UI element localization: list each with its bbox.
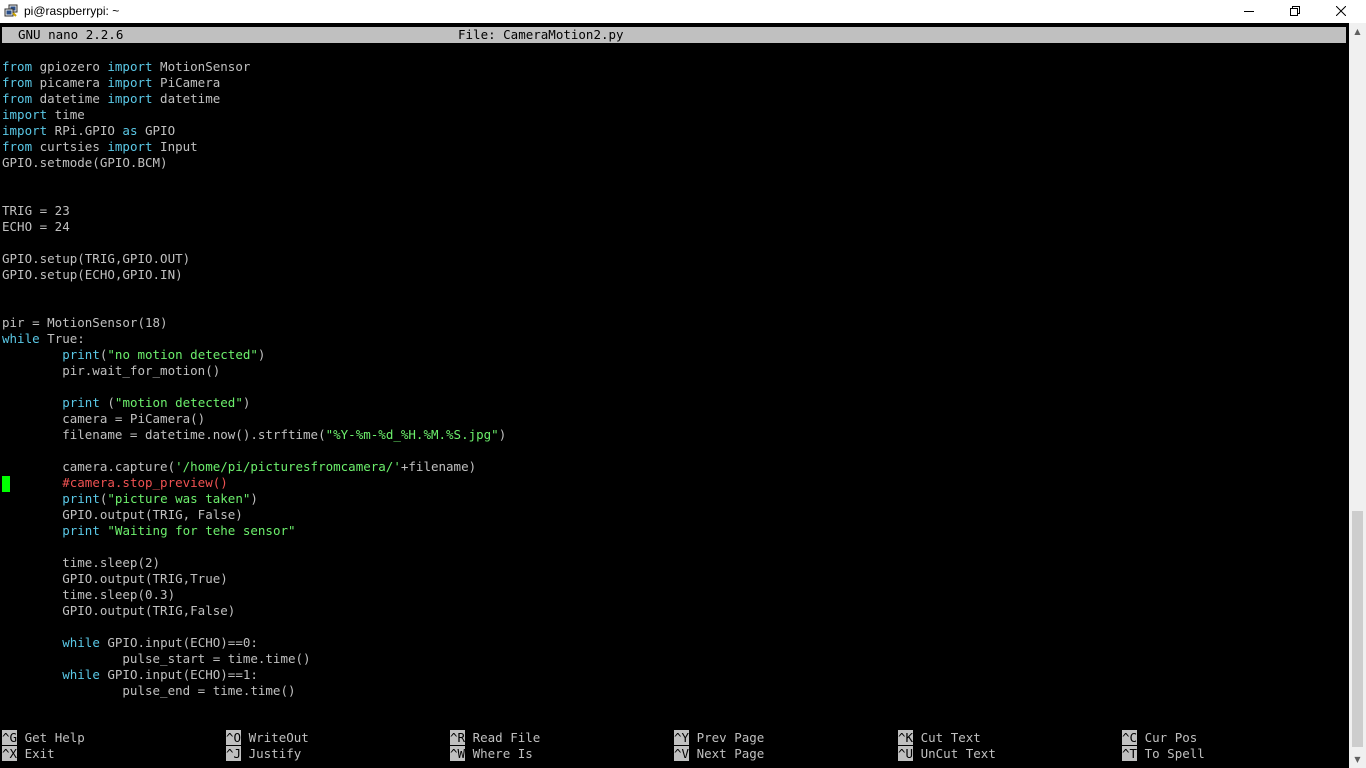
maximize-button[interactable] xyxy=(1272,0,1318,23)
shortcut-item: ^V Next Page xyxy=(674,746,764,762)
window-titlebar: pi@raspberrypi: ~ xyxy=(0,0,1366,23)
code-line: import time xyxy=(2,107,85,122)
shortcut-label: Get Help xyxy=(17,730,85,745)
shortcut-key: ^W xyxy=(450,746,466,761)
code-line: #camera.stop_preview() xyxy=(62,475,228,490)
shortcut-item: ^W Where Is xyxy=(450,746,533,762)
shortcut-label: UnCut Text xyxy=(913,746,996,761)
code-line: print ("motion detected") xyxy=(62,395,251,410)
shortcut-item: ^K Cut Text xyxy=(898,730,981,746)
shortcut-item: ^R Read File xyxy=(450,730,540,746)
close-icon xyxy=(1335,5,1347,19)
restore-icon xyxy=(1290,5,1300,19)
code-line: ECHO = 24 xyxy=(2,219,70,234)
code-line: pir.wait_for_motion() xyxy=(2,363,221,378)
vertical-scrollbar[interactable]: ▲ ▼ xyxy=(1349,23,1366,768)
code-line: from picamera import PiCamera xyxy=(2,75,221,90)
nano-version: GNU nano 2.2.6 xyxy=(18,27,124,42)
shortcut-item: ^O WriteOut xyxy=(226,730,309,746)
code-line: TRIG = 23 xyxy=(2,203,70,218)
shortcut-label: Exit xyxy=(17,746,55,761)
shortcut-label: To Spell xyxy=(1137,746,1205,761)
shortcut-key: ^Y xyxy=(674,730,690,745)
code-line: from curtsies import Input xyxy=(2,139,198,154)
shortcut-item: ^U UnCut Text xyxy=(898,746,996,762)
shortcut-label: Read File xyxy=(465,730,541,745)
shortcut-item: ^X Exit xyxy=(2,746,55,762)
code-line: while GPIO.input(ECHO)==1: xyxy=(62,667,258,682)
code-line: camera.capture('/home/pi/picturesfromcam… xyxy=(2,459,477,474)
shortcut-key: ^G xyxy=(2,730,18,745)
shortcut-label: WriteOut xyxy=(241,730,309,745)
code-line: while True: xyxy=(2,331,85,346)
shortcut-label: Cur Pos xyxy=(1137,730,1198,745)
code-line: while GPIO.input(ECHO)==0: xyxy=(62,635,258,650)
code-line: pir = MotionSensor(18) xyxy=(2,315,168,330)
minimize-button[interactable] xyxy=(1226,0,1272,23)
scroll-down-icon[interactable]: ▼ xyxy=(1349,751,1366,768)
code-line: time.sleep(0.3) xyxy=(2,587,176,602)
code-line: print "Waiting for tehe sensor" xyxy=(62,523,296,538)
code-line: pulse_start = time.time() xyxy=(2,651,311,666)
code-line: GPIO.output(TRIG, False) xyxy=(2,507,243,522)
code-line: GPIO.setup(TRIG,GPIO.OUT) xyxy=(2,251,191,266)
minimize-icon xyxy=(1244,5,1254,19)
shortcut-item: ^Y Prev Page xyxy=(674,730,764,746)
code-editor[interactable]: from gpiozero import MotionSensor from p… xyxy=(2,59,506,699)
shortcut-item: ^G Get Help xyxy=(2,730,85,746)
shortcut-label: Prev Page xyxy=(689,730,765,745)
code-line: GPIO.output(TRIG,True) xyxy=(2,571,228,586)
shortcut-key: ^U xyxy=(898,746,914,761)
nano-header: GNU nano 2.2.6 File: CameraMotion2.py xyxy=(2,27,1346,43)
shortcut-key: ^V xyxy=(674,746,690,761)
shortcut-key: ^J xyxy=(226,746,242,761)
window-title: pi@raspberrypi: ~ xyxy=(24,4,120,18)
code-line: import RPi.GPIO as GPIO xyxy=(2,123,176,138)
shortcut-key: ^O xyxy=(226,730,242,745)
shortcut-key: ^X xyxy=(2,746,18,761)
code-line: time.sleep(2) xyxy=(2,555,161,570)
shortcut-item: ^J Justify xyxy=(226,746,301,762)
code-line: print("picture was taken") xyxy=(62,491,258,506)
close-button[interactable] xyxy=(1318,0,1364,23)
text-cursor xyxy=(2,476,10,492)
putty-icon xyxy=(4,4,18,18)
nano-shortcut-bar: ^G Get Help ^X Exit ^O WriteOut ^J Justify ^… xyxy=(2,730,1346,762)
code-line: GPIO.setup(ECHO,GPIO.IN) xyxy=(2,267,183,282)
shortcut-item: ^T To Spell xyxy=(1122,746,1205,762)
shortcut-key: ^R xyxy=(450,730,466,745)
code-line: pulse_end = time.time() xyxy=(2,683,296,698)
code-line: from datetime import datetime xyxy=(2,91,221,106)
nano-file-label: File: CameraMotion2.py xyxy=(458,27,624,42)
shortcut-key: ^T xyxy=(1122,746,1138,761)
shortcut-key: ^K xyxy=(898,730,914,745)
shortcut-label: Next Page xyxy=(689,746,765,761)
shortcut-label: Justify xyxy=(241,746,302,761)
code-line: print("no motion detected") xyxy=(62,347,266,362)
shortcut-label: Cut Text xyxy=(913,730,981,745)
terminal-area[interactable]: GNU nano 2.2.6 File: CameraMotion2.py fr… xyxy=(0,23,1349,768)
code-line: GPIO.setmode(GPIO.BCM) xyxy=(2,155,168,170)
code-line: filename = datetime.now().strftime("%Y-%… xyxy=(2,427,507,442)
scrollbar-thumb[interactable] xyxy=(1352,511,1363,747)
code-line: camera = PiCamera() xyxy=(2,411,206,426)
shortcut-item: ^C Cur Pos xyxy=(1122,730,1197,746)
shortcut-label: Where Is xyxy=(465,746,533,761)
shortcut-key: ^C xyxy=(1122,730,1138,745)
code-line: GPIO.output(TRIG,False) xyxy=(2,603,236,618)
scroll-up-icon[interactable]: ▲ xyxy=(1349,23,1366,40)
code-line: from gpiozero import MotionSensor xyxy=(2,59,251,74)
